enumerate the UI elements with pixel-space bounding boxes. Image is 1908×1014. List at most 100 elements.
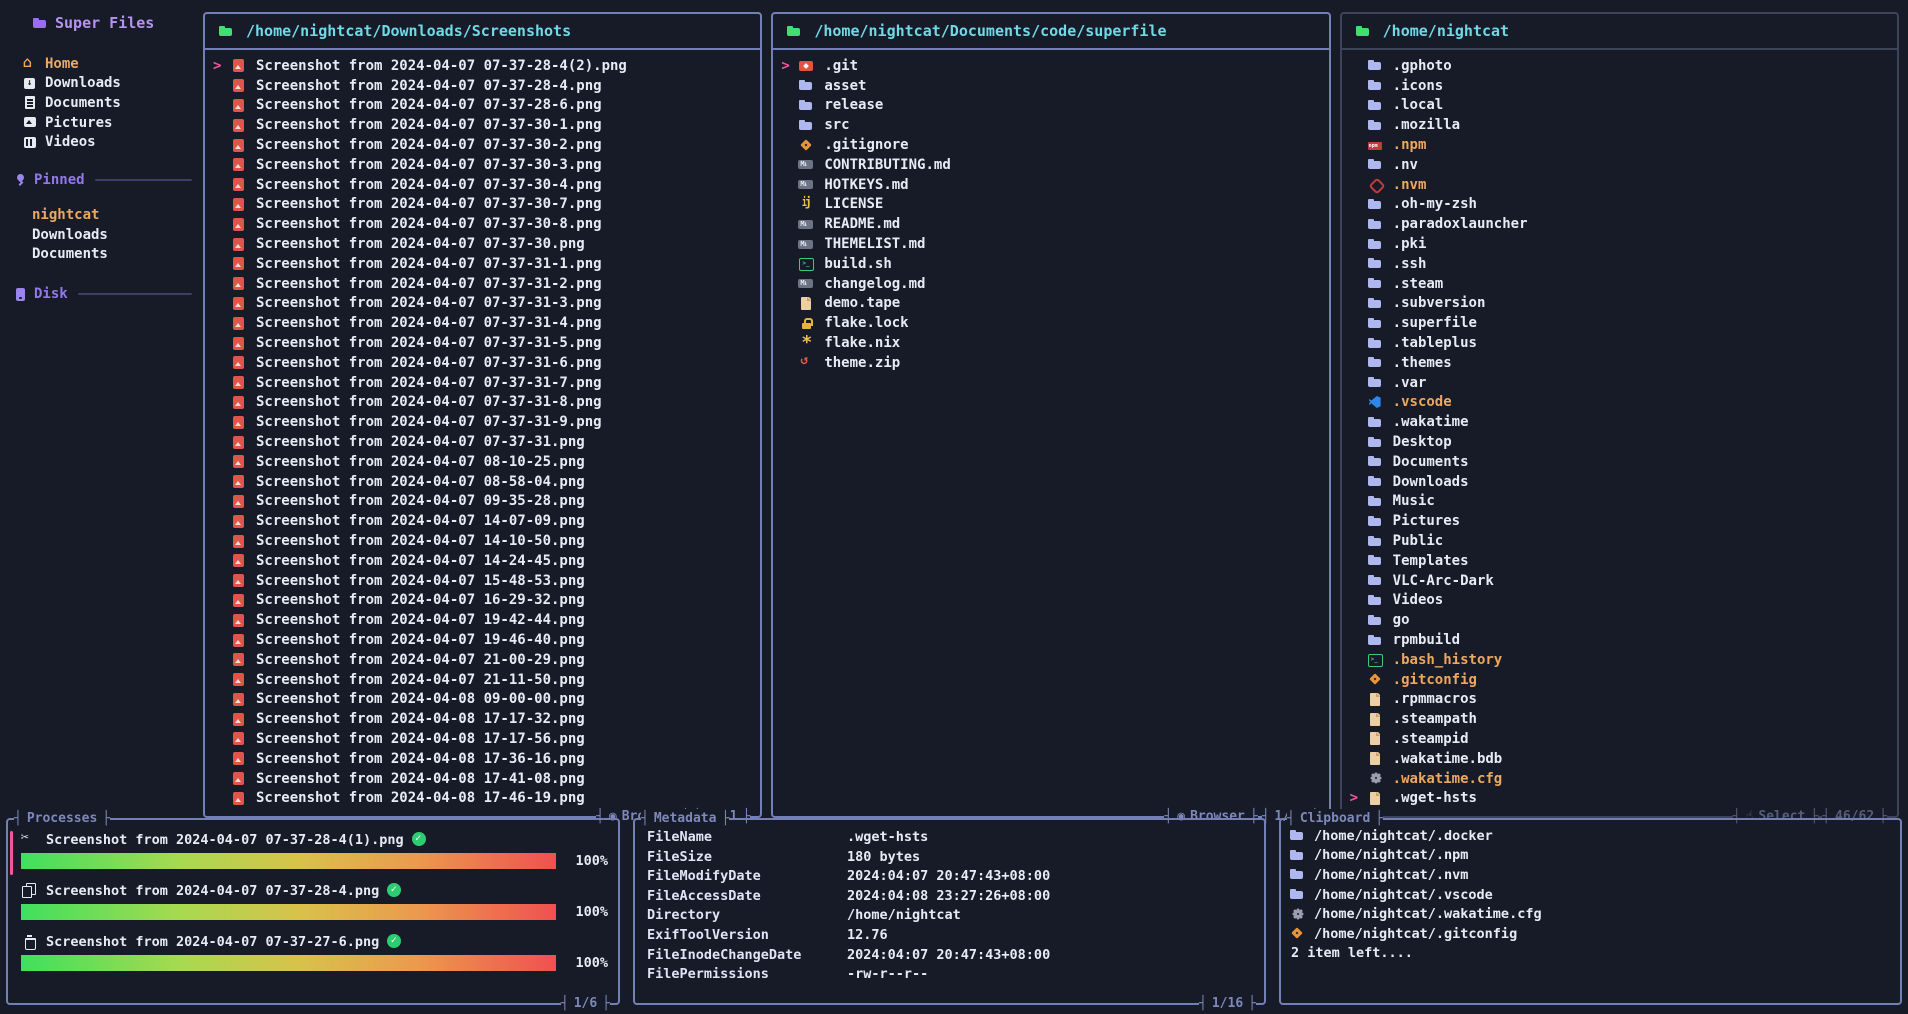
file-row[interactable]: Screenshot from 2024-04-07 14-07-09.png — [213, 511, 756, 531]
process-item[interactable]: Screenshot from 2024-04-07 07-37-28-4(1)… — [21, 830, 608, 869]
file-row[interactable]: CONTRIBUTING.md — [781, 155, 1324, 175]
file-row[interactable]: theme.zip — [781, 353, 1324, 373]
file-row[interactable]: Screenshot from 2024-04-07 14-10-50.png — [213, 531, 756, 551]
file-row[interactable]: Screenshot from 2024-04-07 07-37-31-9.pn… — [213, 412, 756, 432]
file-row[interactable]: .npm — [1350, 135, 1893, 155]
file-row[interactable]: build.sh — [781, 254, 1324, 274]
file-row[interactable]: .nv — [1350, 155, 1893, 175]
file-row[interactable]: .gphoto — [1350, 56, 1893, 76]
file-row[interactable]: Screenshot from 2024-04-07 15-48-53.png — [213, 571, 756, 591]
file-row[interactable]: .steampath — [1350, 709, 1893, 729]
file-row[interactable]: Downloads — [1350, 472, 1893, 492]
file-row[interactable]: Music — [1350, 492, 1893, 512]
file-row[interactable]: Screenshot from 2024-04-07 07-37-30-2.pn… — [213, 135, 756, 155]
processes-panel[interactable]: Processes Screenshot from 2024-04-07 07-… — [6, 818, 620, 1005]
file-row[interactable]: Screenshot from 2024-04-07 08-10-25.png — [213, 452, 756, 472]
sidebar-nav-item[interactable]: Videos — [22, 132, 200, 152]
file-row[interactable]: .bash_history — [1350, 650, 1893, 670]
clipboard-panel[interactable]: Clipboard /home/nightcat/.docker /home/n… — [1279, 818, 1902, 1005]
file-row[interactable]: Screenshot from 2024-04-07 07-37-30-4.pn… — [213, 175, 756, 195]
file-row[interactable]: Screenshot from 2024-04-07 07-37-28-6.pn… — [213, 96, 756, 116]
file-row[interactable]: .local — [1350, 96, 1893, 116]
file-row[interactable]: Screenshot from 2024-04-07 07-37-28-4(2)… — [213, 56, 756, 76]
file-row[interactable]: .wget-hsts — [1350, 788, 1893, 808]
file-row[interactable]: Screenshot from 2024-04-07 09-35-28.png — [213, 492, 756, 512]
file-row[interactable]: THEMELIST.md — [781, 234, 1324, 254]
file-row[interactable]: Screenshot from 2024-04-07 21-00-29.png — [213, 650, 756, 670]
file-row[interactable]: demo.tape — [781, 294, 1324, 314]
file-row[interactable]: Screenshot from 2024-04-08 17-36-16.png — [213, 749, 756, 769]
file-row[interactable]: asset — [781, 76, 1324, 96]
file-row[interactable]: .icons — [1350, 76, 1893, 96]
file-row[interactable]: Videos — [1350, 591, 1893, 611]
file-row[interactable]: Desktop — [1350, 432, 1893, 452]
file-row[interactable]: .git — [781, 56, 1324, 76]
panel-superfile[interactable]: /home/nightcat/Documents/code/superfile … — [771, 12, 1330, 818]
file-row[interactable]: .var — [1350, 373, 1893, 393]
file-row[interactable]: Templates — [1350, 551, 1893, 571]
sidebar-nav-item[interactable]: Home — [22, 54, 200, 74]
file-row[interactable]: VLC-Arc-Dark — [1350, 571, 1893, 591]
file-row[interactable]: rpmbuild — [1350, 630, 1893, 650]
file-row[interactable]: .mozilla — [1350, 115, 1893, 135]
file-row[interactable]: flake.nix — [781, 333, 1324, 353]
file-row[interactable]: .paradoxlauncher — [1350, 214, 1893, 234]
process-item[interactable]: Screenshot from 2024-04-07 07-37-28-4.pn… — [21, 881, 608, 920]
file-row[interactable]: Screenshot from 2024-04-07 07-37-31-3.pn… — [213, 294, 756, 314]
file-row[interactable]: .themes — [1350, 353, 1893, 373]
file-row[interactable]: README.md — [781, 214, 1324, 234]
file-row[interactable]: .gitconfig — [1350, 670, 1893, 690]
file-row[interactable]: Screenshot from 2024-04-07 08-58-04.png — [213, 472, 756, 492]
file-row[interactable]: flake.lock — [781, 313, 1324, 333]
file-row[interactable]: Screenshot from 2024-04-07 07-37-30-1.pn… — [213, 115, 756, 135]
file-row[interactable]: Screenshot from 2024-04-07 07-37-31-7.pn… — [213, 373, 756, 393]
file-row[interactable]: Screenshot from 2024-04-07 07-37-31-6.pn… — [213, 353, 756, 373]
file-row[interactable]: .rpmmacros — [1350, 690, 1893, 710]
file-row[interactable]: go — [1350, 610, 1893, 630]
file-row[interactable]: Screenshot from 2024-04-07 07-37-31.png — [213, 432, 756, 452]
file-row[interactable]: .oh-my-zsh — [1350, 195, 1893, 215]
file-row[interactable]: LICENSE — [781, 195, 1324, 215]
file-row[interactable]: HOTKEYS.md — [781, 175, 1324, 195]
file-row[interactable]: .superfile — [1350, 313, 1893, 333]
file-row[interactable]: .subversion — [1350, 294, 1893, 314]
file-row[interactable]: Screenshot from 2024-04-07 14-24-45.png — [213, 551, 756, 571]
file-row[interactable]: Screenshot from 2024-04-07 21-11-50.png — [213, 670, 756, 690]
file-row[interactable]: .steam — [1350, 274, 1893, 294]
file-row[interactable]: Screenshot from 2024-04-07 07-37-31-1.pn… — [213, 254, 756, 274]
file-row[interactable]: .nvm — [1350, 175, 1893, 195]
file-row[interactable]: Pictures — [1350, 511, 1893, 531]
file-row[interactable]: release — [781, 96, 1324, 116]
file-row[interactable]: .wakatime — [1350, 412, 1893, 432]
file-row[interactable]: src — [781, 115, 1324, 135]
file-row[interactable]: .wakatime.cfg — [1350, 769, 1893, 789]
pinned-item[interactable]: Downloads — [32, 227, 200, 247]
file-row[interactable]: .vscode — [1350, 393, 1893, 413]
process-item[interactable]: Screenshot from 2024-04-07 07-37-27-6.pn… — [21, 932, 608, 971]
file-row[interactable]: Screenshot from 2024-04-07 19-46-40.png — [213, 630, 756, 650]
file-row[interactable]: Screenshot from 2024-04-07 07-37-28-4.pn… — [213, 76, 756, 96]
file-row[interactable]: Screenshot from 2024-04-08 09-00-00.png — [213, 690, 756, 710]
file-row[interactable]: Screenshot from 2024-04-07 07-37-31-4.pn… — [213, 313, 756, 333]
sidebar-nav-item[interactable]: Pictures — [22, 113, 200, 133]
file-row[interactable]: Documents — [1350, 452, 1893, 472]
file-row[interactable]: Screenshot from 2024-04-07 07-37-30-7.pn… — [213, 195, 756, 215]
pinned-item[interactable]: nightcat — [32, 207, 200, 227]
sidebar-nav-item[interactable]: Documents — [22, 93, 200, 113]
file-row[interactable]: Screenshot from 2024-04-08 17-46-19.png — [213, 788, 756, 808]
file-row[interactable]: Screenshot from 2024-04-07 07-37-30.png — [213, 234, 756, 254]
file-row[interactable]: Screenshot from 2024-04-07 19-42-44.png — [213, 610, 756, 630]
file-row[interactable]: Screenshot from 2024-04-07 07-37-30-3.pn… — [213, 155, 756, 175]
file-row[interactable]: .wakatime.bdb — [1350, 749, 1893, 769]
file-row[interactable]: .tableplus — [1350, 333, 1893, 353]
pinned-item[interactable]: Documents — [32, 246, 200, 266]
file-row[interactable]: Screenshot from 2024-04-07 07-37-31-2.pn… — [213, 274, 756, 294]
sidebar-nav-item[interactable]: Downloads — [22, 74, 200, 94]
file-row[interactable]: Screenshot from 2024-04-07 16-29-32.png — [213, 591, 756, 611]
panel-screenshots[interactable]: /home/nightcat/Downloads/Screenshots Scr… — [203, 12, 762, 818]
file-row[interactable]: Screenshot from 2024-04-08 17-17-32.png — [213, 709, 756, 729]
file-row[interactable]: .ssh — [1350, 254, 1893, 274]
file-row[interactable]: Public — [1350, 531, 1893, 551]
metadata-panel[interactable]: Metadata FileName .wget-hsts FileSize 18… — [633, 818, 1266, 1005]
file-row[interactable]: .steampid — [1350, 729, 1893, 749]
